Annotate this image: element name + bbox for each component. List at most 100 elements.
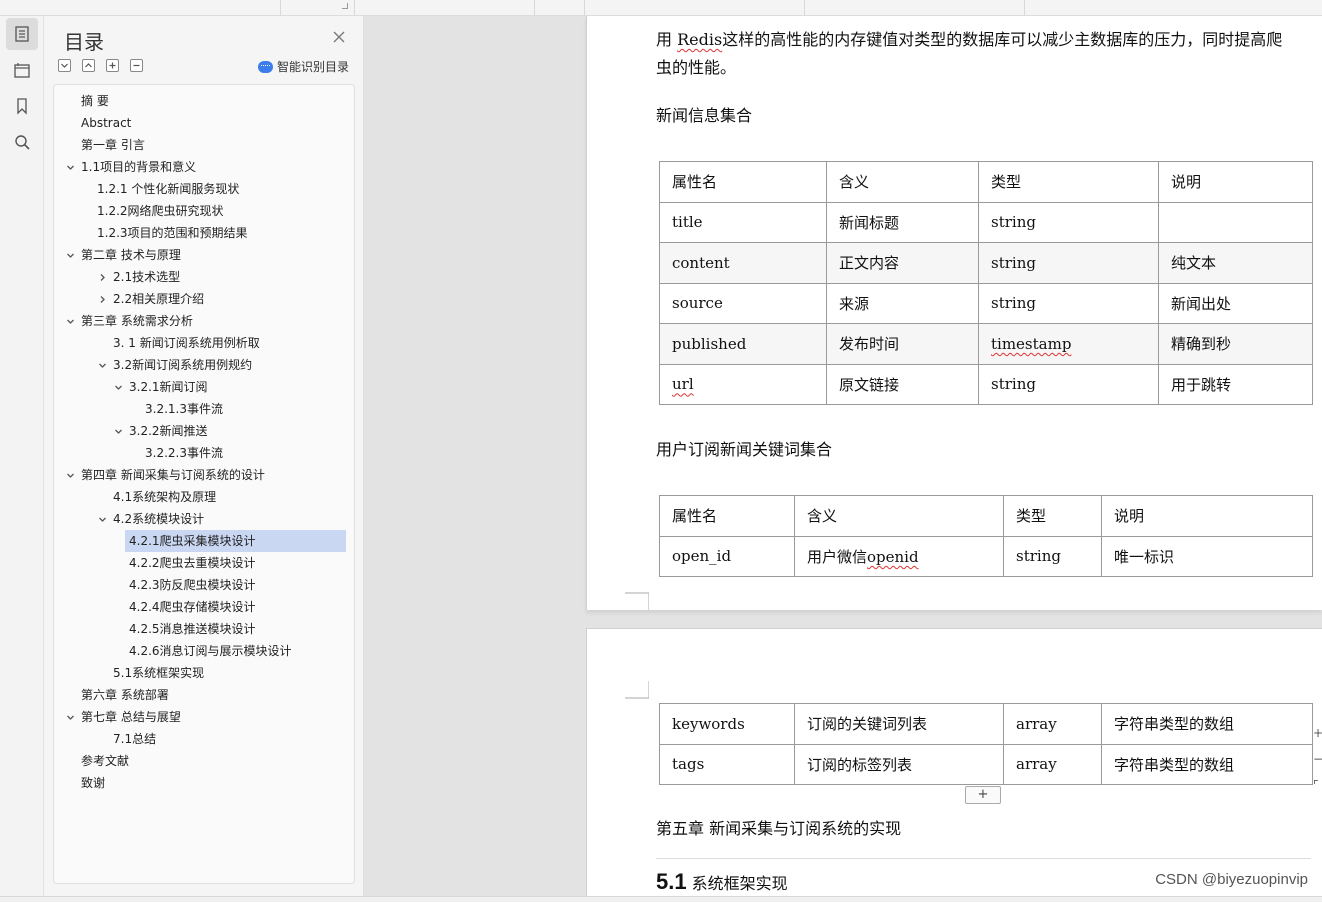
- chevron-down-icon[interactable]: [97, 508, 107, 530]
- chevron-down-icon[interactable]: [97, 354, 107, 376]
- toc-item[interactable]: 3.2.1新闻订阅: [114, 376, 208, 398]
- chevron-down-icon[interactable]: [113, 376, 123, 398]
- toc-item[interactable]: 第三章 系统需求分析: [66, 310, 193, 332]
- toc-item[interactable]: 4.1系统架构及原理: [113, 486, 216, 508]
- toc-item[interactable]: 4.2系统模块设计: [98, 508, 204, 530]
- navigation-pane-button[interactable]: [6, 54, 38, 86]
- table-cell[interactable]: 原文链接: [826, 363, 979, 405]
- table-cell[interactable]: url: [659, 363, 827, 405]
- expand-all-button[interactable]: [58, 59, 71, 72]
- table-cell[interactable]: 属性名: [659, 495, 795, 537]
- toc-item[interactable]: 致谢: [81, 772, 105, 794]
- toc-item[interactable]: 1.1项目的背景和意义: [66, 156, 196, 178]
- toc-item[interactable]: 4.2.1爬虫采集模块设计: [125, 530, 346, 552]
- news-table[interactable]: 属性名 含义 类型 说明 title 新闻标题 string content 正文内容 strin…: [659, 161, 1313, 405]
- edge-tool-2[interactable]: ⌜: [1313, 778, 1319, 792]
- table-cell[interactable]: 类型: [1003, 495, 1102, 537]
- news-collection-heading[interactable]: 新闻信息集合: [656, 102, 752, 126]
- document-page[interactable]: keywords 订阅的关键词列表 array 字符串类型的数组 tags 订阅的标签列表…: [586, 628, 1322, 896]
- table-cell[interactable]: keywords: [659, 703, 795, 745]
- collapse-all-button[interactable]: [82, 59, 95, 72]
- chevron-down-icon[interactable]: [65, 310, 75, 332]
- chevron-down-icon[interactable]: [65, 706, 75, 728]
- search-button[interactable]: [6, 126, 38, 158]
- table-cell[interactable]: 说明: [1101, 495, 1313, 537]
- table-cell[interactable]: title: [659, 201, 827, 243]
- edge-tool-1[interactable]: −: [1313, 752, 1322, 766]
- toc-item[interactable]: 3.2.1.3事件流: [145, 398, 223, 420]
- remove-heading-button[interactable]: [130, 59, 143, 72]
- chevron-right-icon[interactable]: [97, 266, 107, 288]
- toc-item[interactable]: 3.2.2.3事件流: [145, 442, 223, 464]
- toc-item[interactable]: 第二章 技术与原理: [66, 244, 181, 266]
- toc-item[interactable]: 4.2.5消息推送模块设计: [129, 618, 256, 640]
- table-cell[interactable]: 精确到秒: [1158, 323, 1313, 365]
- chevron-down-icon[interactable]: [65, 156, 75, 178]
- table-cell[interactable]: string: [978, 242, 1159, 284]
- table-cell[interactable]: open_id: [659, 535, 795, 577]
- table-cell[interactable]: string: [978, 282, 1159, 324]
- table-cell[interactable]: [1158, 201, 1313, 243]
- toc-item[interactable]: 3.2.2新闻推送: [114, 420, 208, 442]
- table-cell[interactable]: 新闻出处: [1158, 282, 1313, 324]
- toc-panel-button[interactable]: [6, 18, 38, 50]
- table-cell[interactable]: content: [659, 242, 827, 284]
- table-cell[interactable]: 发布时间: [826, 323, 979, 365]
- toc-item[interactable]: 1.2.3项目的范围和预期结果: [97, 222, 248, 244]
- table-edge-tools[interactable]: + − ⌜: [1312, 716, 1322, 812]
- toc-item[interactable]: 第一章 引言: [81, 134, 145, 156]
- table-cell[interactable]: 唯一标识: [1101, 535, 1313, 577]
- table-cell[interactable]: 字符串类型的数组: [1101, 743, 1313, 785]
- document-canvas[interactable]: 用 Redis这样的高性能的内存键值对类型的数据库可以减少主数据库的压力，同时提…: [364, 16, 1322, 896]
- table-cell[interactable]: string: [1003, 535, 1102, 577]
- toc-item[interactable]: 7.1总结: [113, 728, 156, 750]
- table-cell[interactable]: 用于跳转: [1158, 363, 1313, 405]
- toc-item[interactable]: 3.2新闻订阅系统用例规约: [98, 354, 252, 376]
- close-icon[interactable]: [332, 30, 346, 44]
- chevron-down-icon[interactable]: [65, 464, 75, 486]
- toc-item[interactable]: 2.2相关原理介绍: [100, 288, 204, 310]
- toc-item[interactable]: 1.2.1 个性化新闻服务现状: [97, 178, 239, 200]
- table-cell[interactable]: 订阅的关键词列表: [794, 703, 1004, 745]
- toc-item[interactable]: 摘 要: [81, 90, 109, 112]
- toc-item[interactable]: 3. 1 新闻订阅系统用例析取: [113, 332, 260, 354]
- table-cell[interactable]: 含义: [794, 495, 1004, 537]
- edge-tool-0[interactable]: +: [1313, 726, 1322, 740]
- toc-item[interactable]: 第四章 新闻采集与订阅系统的设计: [66, 464, 265, 486]
- subscription-table-continued[interactable]: keywords 订阅的关键词列表 array 字符串类型的数组 tags 订阅的标签列表…: [659, 703, 1313, 785]
- table-cell[interactable]: 订阅的标签列表: [794, 743, 1004, 785]
- toc-item[interactable]: 1.2.2网络爬虫研究现状: [97, 200, 224, 222]
- table-cell[interactable]: 正文内容: [826, 242, 979, 284]
- toc-item[interactable]: 4.2.6消息订阅与展示模块设计: [129, 640, 292, 662]
- bookmark-button[interactable]: [6, 90, 38, 122]
- chevron-down-icon[interactable]: [113, 420, 123, 442]
- table-cell[interactable]: 新闻标题: [826, 201, 979, 243]
- table-cell[interactable]: array: [1003, 703, 1102, 745]
- table-cell[interactable]: 含义: [826, 161, 979, 203]
- table-cell[interactable]: 类型: [978, 161, 1159, 203]
- add-table-row-button[interactable]: +: [965, 786, 1001, 804]
- table-cell[interactable]: string: [978, 201, 1159, 243]
- section-5-1-heading[interactable]: 5.1 系统框架实现: [656, 869, 788, 895]
- table-cell[interactable]: timestamp: [978, 323, 1159, 365]
- chapter5-heading[interactable]: 第五章 新闻采集与订阅系统的实现: [656, 815, 901, 839]
- table-cell[interactable]: 纯文本: [1158, 242, 1313, 284]
- toc-item[interactable]: 4.2.3防反爬虫模块设计: [129, 574, 256, 596]
- table-cell[interactable]: source: [659, 282, 827, 324]
- subscription-collection-heading[interactable]: 用户订阅新闻关键词集合: [656, 436, 832, 460]
- chevron-right-icon[interactable]: [97, 288, 107, 310]
- resize-corner-icon[interactable]: [342, 3, 348, 9]
- table-cell[interactable]: tags: [659, 743, 795, 785]
- table-cell[interactable]: string: [978, 363, 1159, 405]
- toc-item[interactable]: 4.2.4爬虫存储模块设计: [129, 596, 256, 618]
- chevron-down-icon[interactable]: [65, 244, 75, 266]
- table-cell[interactable]: 来源: [826, 282, 979, 324]
- table-cell[interactable]: 用户微信openid: [794, 535, 1004, 577]
- toc-item[interactable]: Abstract: [81, 112, 131, 134]
- table-cell[interactable]: 说明: [1158, 161, 1313, 203]
- toc-item[interactable]: 参考文献: [81, 750, 129, 772]
- smart-toc-button[interactable]: 智能识别目录: [258, 58, 349, 75]
- table-cell[interactable]: 字符串类型的数组: [1101, 703, 1313, 745]
- table-cell[interactable]: published: [659, 323, 827, 365]
- toc-item[interactable]: 2.1技术选型: [100, 266, 180, 288]
